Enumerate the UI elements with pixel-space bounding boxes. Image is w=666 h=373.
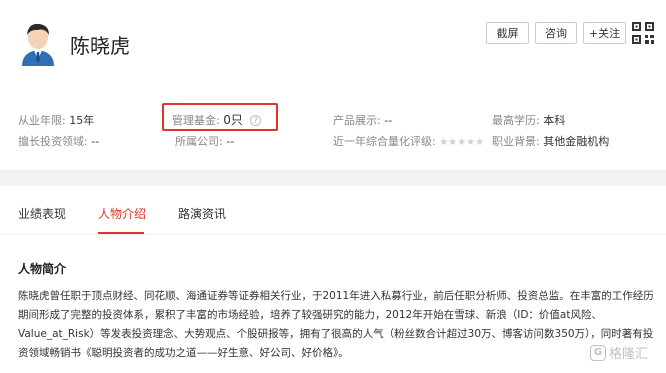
education-value: 本科	[543, 114, 566, 127]
follow-button[interactable]: +关注	[583, 22, 626, 44]
avatar	[22, 23, 54, 66]
background-field: 职业背景: 其他金融机构	[492, 133, 609, 149]
watermark-text: 格隆汇	[609, 347, 649, 362]
company-field: 所属公司: --	[175, 133, 234, 149]
company-label: 所属公司:	[175, 135, 223, 148]
years-label: 从业年限:	[18, 114, 66, 127]
section-title: 人物简介	[18, 262, 67, 276]
person-name: 陈晓虎	[70, 34, 130, 58]
field-label: 擅长投资领域:	[18, 135, 88, 148]
background-value: 其他金融机构	[543, 135, 610, 148]
screenshot-button[interactable]: 截屏	[486, 22, 529, 44]
education-label: 最高学历:	[492, 114, 540, 127]
tab-performance[interactable]: 业绩表现	[18, 205, 66, 222]
profile-card: 陈晓虎 截屏 咨询 +关注 从业年限: 15年 管理基金: 0只 ? 产品展示:…	[0, 0, 666, 170]
tab-divider	[0, 234, 666, 235]
product-label: 产品展示:	[333, 114, 381, 127]
fund-value: 0只	[223, 113, 243, 127]
content-card: 业绩表现 人物介绍 路演资讯 人物简介 陈晓虎曾任职于顶点财经、同花顺、海通证券…	[0, 186, 666, 373]
rating-label: 近一年综合量化评级:	[333, 135, 436, 148]
fund-label: 管理基金:	[172, 114, 220, 127]
years-field: 从业年限: 15年	[18, 112, 94, 128]
bio-text: 陈晓虎曾任职于顶点财经、同花顺、海通证券等证券相关行业，于2011年进入私募行业…	[18, 290, 654, 359]
watermark: G 格隆汇	[590, 343, 648, 362]
years-value: 15年	[69, 114, 95, 127]
rating-stars-icon: ★★★★★	[439, 137, 485, 148]
field-value: --	[91, 135, 100, 148]
company-value: --	[226, 135, 235, 148]
fund-field: 管理基金: 0只 ?	[172, 111, 262, 128]
product-field: 产品展示: --	[333, 112, 392, 128]
tab-roadshow[interactable]: 路演资讯	[178, 205, 226, 222]
field-field: 擅长投资领域: --	[18, 133, 99, 149]
qr-code-icon[interactable]	[632, 22, 654, 44]
background-label: 职业背景:	[492, 135, 540, 148]
tab-introduction[interactable]: 人物介绍	[98, 205, 146, 222]
help-icon[interactable]: ?	[250, 115, 262, 126]
education-field: 最高学历: 本科	[492, 112, 565, 128]
consult-button[interactable]: 咨询	[535, 22, 577, 44]
watermark-logo-icon: G	[590, 344, 606, 361]
rating-field: 近一年综合量化评级: ★★★★★	[333, 133, 484, 149]
product-value: --	[384, 114, 393, 127]
